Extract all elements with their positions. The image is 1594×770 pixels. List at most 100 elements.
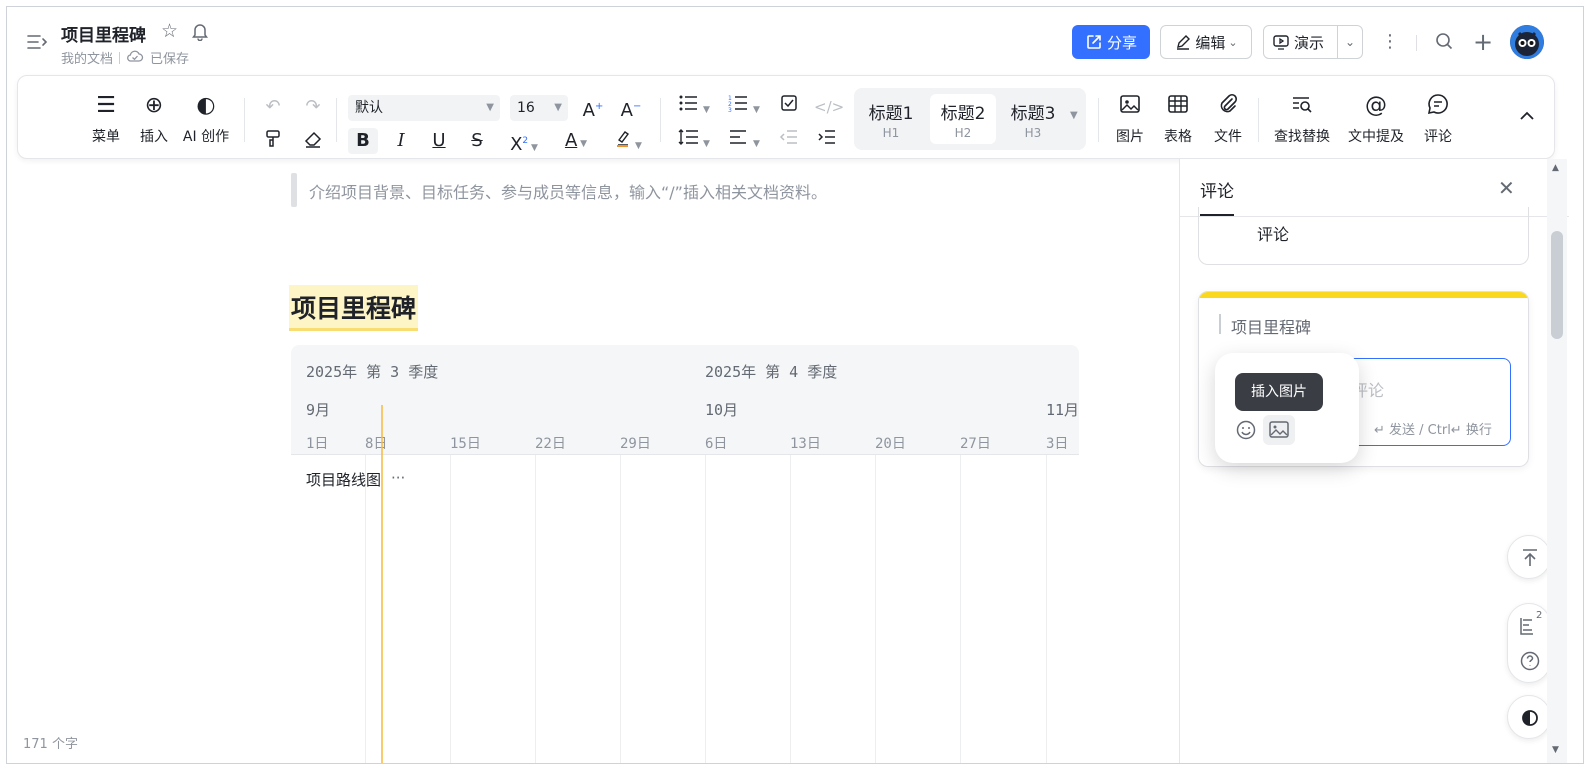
share-icon xyxy=(1087,35,1101,49)
close-icon[interactable]: ✕ xyxy=(1498,176,1515,200)
star-icon[interactable]: ☆ xyxy=(161,20,178,42)
theme-toggle-button[interactable] xyxy=(1507,695,1551,739)
find-replace-label: 查找替换 xyxy=(1274,129,1330,145)
insert-button[interactable]: ⊕ 插入 xyxy=(132,92,176,146)
plus-icon[interactable]: + xyxy=(1472,30,1494,54)
collapse-toolbar-icon[interactable] xyxy=(1518,106,1536,125)
edit-mode-button[interactable]: 编辑 ⌄ xyxy=(1160,25,1252,59)
more-vertical-icon[interactable]: ⋮ xyxy=(1379,31,1401,53)
quote-text[interactable]: 介绍项目背景、目标任务、参与成员等信息，输入“/”插入相关文档资料。 xyxy=(309,179,827,203)
heading-more-icon[interactable]: ▼ xyxy=(1070,110,1078,121)
indent-icon[interactable] xyxy=(814,128,840,154)
text-color-icon[interactable]: A ▼ xyxy=(556,128,596,154)
day-label: 13日 xyxy=(790,436,821,452)
sidebar-toggle-icon[interactable] xyxy=(25,31,51,55)
gantt-chart[interactable]: 2025年 第 3 季度 2025年 第 4 季度 9月 10月 11月 1日 … xyxy=(291,345,1079,763)
redo-icon[interactable]: ↷ xyxy=(300,94,326,120)
doc-title[interactable]: 项目里程碑 xyxy=(61,21,146,46)
heading2-option[interactable]: 标题2 H2 xyxy=(930,94,996,144)
underline-icon[interactable]: U xyxy=(426,128,452,154)
heading1-label: 标题1 xyxy=(868,104,914,124)
font-family-select[interactable]: 默认 ▼ xyxy=(348,95,500,121)
bullet-list-icon[interactable]: ▼ xyxy=(674,94,714,120)
ai-icon: ◐ xyxy=(196,93,216,118)
font-size-select[interactable]: 16 ▼ xyxy=(510,95,568,121)
line-height-icon[interactable]: ▼ xyxy=(674,128,714,154)
avatar[interactable] xyxy=(1510,25,1544,59)
image-label: 图片 xyxy=(1116,129,1144,145)
doc-location[interactable]: 我的文档 xyxy=(61,48,113,67)
align-left-icon[interactable]: ▼ xyxy=(724,128,764,154)
section-heading[interactable]: 项目里程碑 xyxy=(289,285,419,331)
superscript-icon[interactable]: X2 ▼ xyxy=(504,128,544,155)
scroll-thumb[interactable] xyxy=(1551,231,1563,339)
panel-tab-comments[interactable]: 评论 xyxy=(1200,177,1234,202)
help-group: 2 xyxy=(1507,603,1551,683)
share-label: 分享 xyxy=(1106,33,1137,52)
code-icon[interactable]: </> xyxy=(814,94,844,120)
find-replace-button[interactable]: 查找替换 xyxy=(1270,92,1334,146)
tooltip: 插入图片 xyxy=(1235,373,1323,411)
image-icon xyxy=(1110,92,1150,120)
help-icon[interactable] xyxy=(1519,650,1541,672)
font-family-value: 默认 xyxy=(355,100,383,116)
search-icon[interactable] xyxy=(1433,31,1455,53)
toolbar-divider xyxy=(1258,98,1259,142)
italic-icon[interactable]: I xyxy=(388,128,414,154)
scroll-down-icon[interactable]: ▼ xyxy=(1552,745,1559,755)
gantt-row-label[interactable]: 项目路线图 ··· xyxy=(306,469,405,490)
pencil-icon xyxy=(1177,35,1191,50)
ai-label: AI 创作 xyxy=(182,129,230,145)
present-icon xyxy=(1273,35,1289,50)
row-label-text: 项目路线图 xyxy=(306,471,382,489)
scrollbar[interactable]: ▲ ▼ xyxy=(1547,159,1567,763)
grid-line xyxy=(875,455,876,763)
top-header: 项目里程碑 ☆ 我的文档 已保存 分享 编辑 ⌄ 演示 ⌄ ⋮ + xyxy=(7,7,1583,77)
menu-button[interactable]: ☰ 菜单 xyxy=(84,92,128,146)
row-more-icon[interactable]: ··· xyxy=(391,469,405,490)
present-main[interactable]: 演示 xyxy=(1264,26,1338,58)
heading1-option[interactable]: 标题1 H1 xyxy=(858,94,924,144)
quarter-label: 2025年 第 4 季度 xyxy=(705,363,838,381)
heading3-option[interactable]: 标题3 H3 xyxy=(1000,94,1066,144)
scroll-up-icon[interactable]: ▲ xyxy=(1552,163,1559,173)
decrease-font-icon[interactable]: A− xyxy=(618,94,644,121)
find-replace-icon xyxy=(1270,92,1334,120)
undo-icon[interactable]: ↶ xyxy=(260,94,286,120)
cloud-icon xyxy=(126,49,144,67)
present-button[interactable]: 演示 ⌄ xyxy=(1263,25,1363,59)
comment-card[interactable]: 评论 xyxy=(1198,207,1529,265)
ai-create-button[interactable]: ◐ AI 创作 xyxy=(178,92,234,146)
grid-line xyxy=(790,455,791,763)
app-window: 项目里程碑 ☆ 我的文档 已保存 分享 编辑 ⌄ 演示 ⌄ ⋮ + ☰ 菜单 ⊕… xyxy=(6,6,1584,764)
table-label: 表格 xyxy=(1164,129,1192,145)
format-painter-icon[interactable] xyxy=(260,129,286,155)
feedback-icon[interactable]: 2 xyxy=(1518,610,1542,638)
insert-file-button[interactable]: 文件 xyxy=(1208,92,1248,146)
grid-line xyxy=(365,455,366,763)
word-count: 171 个字 xyxy=(23,737,78,752)
increase-font-icon[interactable]: A+ xyxy=(580,94,606,121)
highlight-icon[interactable]: ▼ xyxy=(608,128,648,154)
eraser-icon[interactable] xyxy=(300,129,326,155)
insert-label: 插入 xyxy=(140,129,168,145)
bold-icon[interactable]: B xyxy=(348,128,378,154)
svg-text:3: 3 xyxy=(728,107,732,112)
grid-line xyxy=(960,455,961,763)
numbered-list-icon[interactable]: 123 ▼ xyxy=(724,94,764,120)
strikethrough-icon[interactable]: S xyxy=(464,128,490,154)
insert-image-button[interactable]: 图片 xyxy=(1110,92,1150,146)
insert-table-button[interactable]: 表格 xyxy=(1158,92,1198,146)
present-dropdown-icon[interactable]: ⌄ xyxy=(1338,35,1362,49)
emoji-icon[interactable] xyxy=(1235,419,1257,441)
comment-button[interactable]: 评论 xyxy=(1418,92,1458,146)
share-button[interactable]: 分享 xyxy=(1072,25,1150,59)
day-label: 27日 xyxy=(960,436,991,452)
outdent-icon[interactable] xyxy=(776,128,802,154)
mention-button[interactable]: @ 文中提及 xyxy=(1344,92,1408,146)
back-to-top-button[interactable] xyxy=(1507,535,1551,579)
document-editor[interactable]: 介绍项目背景、目标任务、参与成员等信息，输入“/”插入相关文档资料。 项目里程碑… xyxy=(7,159,1179,763)
insert-image-icon[interactable] xyxy=(1263,415,1295,445)
bell-icon[interactable] xyxy=(190,21,210,42)
checkbox-icon[interactable] xyxy=(776,94,802,120)
